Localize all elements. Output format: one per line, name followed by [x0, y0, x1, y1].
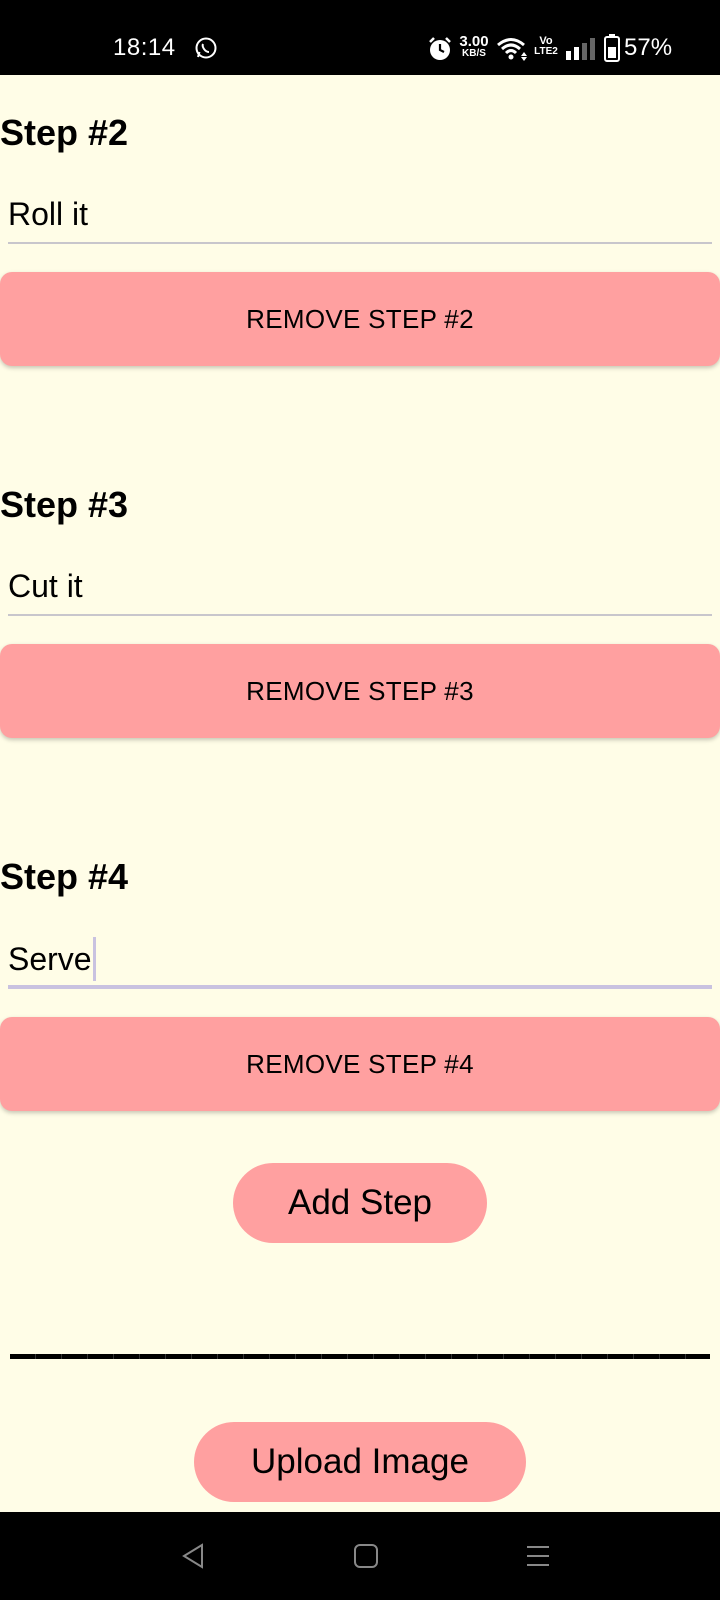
volte-bottom: LTE2	[534, 46, 558, 57]
whatsapp-icon	[195, 37, 217, 59]
remove-step-2-button[interactable]: REMOVE STEP #2	[0, 272, 720, 366]
step-3-title: Step #3	[0, 484, 129, 525]
step-4-input-value: Serve	[8, 941, 92, 977]
net-speed-value: 3.00	[459, 33, 489, 50]
alarm-icon	[429, 37, 451, 60]
step-3-input[interactable]: Cut it	[8, 556, 712, 616]
remove-step-3-button[interactable]: REMOVE STEP #3	[0, 644, 720, 738]
navigation-bar	[0, 1512, 720, 1600]
back-icon[interactable]	[180, 1542, 206, 1570]
add-step-button[interactable]: Add Step	[233, 1163, 487, 1243]
remove-step-4-button[interactable]: REMOVE STEP #4	[0, 1017, 720, 1111]
step-2-title: Step #2	[0, 112, 129, 153]
wifi-icon	[497, 38, 527, 61]
recents-icon[interactable]	[524, 1542, 552, 1570]
step-4-title: Step #4	[0, 856, 129, 897]
battery-percent: 57%	[624, 34, 673, 61]
step-4-input[interactable]: Serve	[8, 929, 712, 989]
signal-icon	[566, 38, 595, 60]
battery-icon	[604, 34, 620, 62]
step-2-input-value: Roll it	[8, 196, 89, 232]
step-3-input-value: Cut it	[8, 568, 83, 604]
status-time: 18:14	[113, 34, 176, 61]
status-bar: 18:14 3.00 KB/S Vo LTE2 57%	[0, 0, 720, 75]
upload-image-button[interactable]: Upload Image	[194, 1422, 526, 1502]
step-2-input[interactable]: Roll it	[8, 184, 712, 244]
divider-texture	[10, 1354, 710, 1359]
home-icon[interactable]	[352, 1542, 380, 1570]
net-speed-indicator: 3.00 KB/S	[457, 34, 491, 59]
text-caret	[92, 936, 96, 981]
volte-indicator: Vo LTE2	[532, 36, 560, 57]
net-speed-unit: KB/S	[462, 48, 486, 59]
